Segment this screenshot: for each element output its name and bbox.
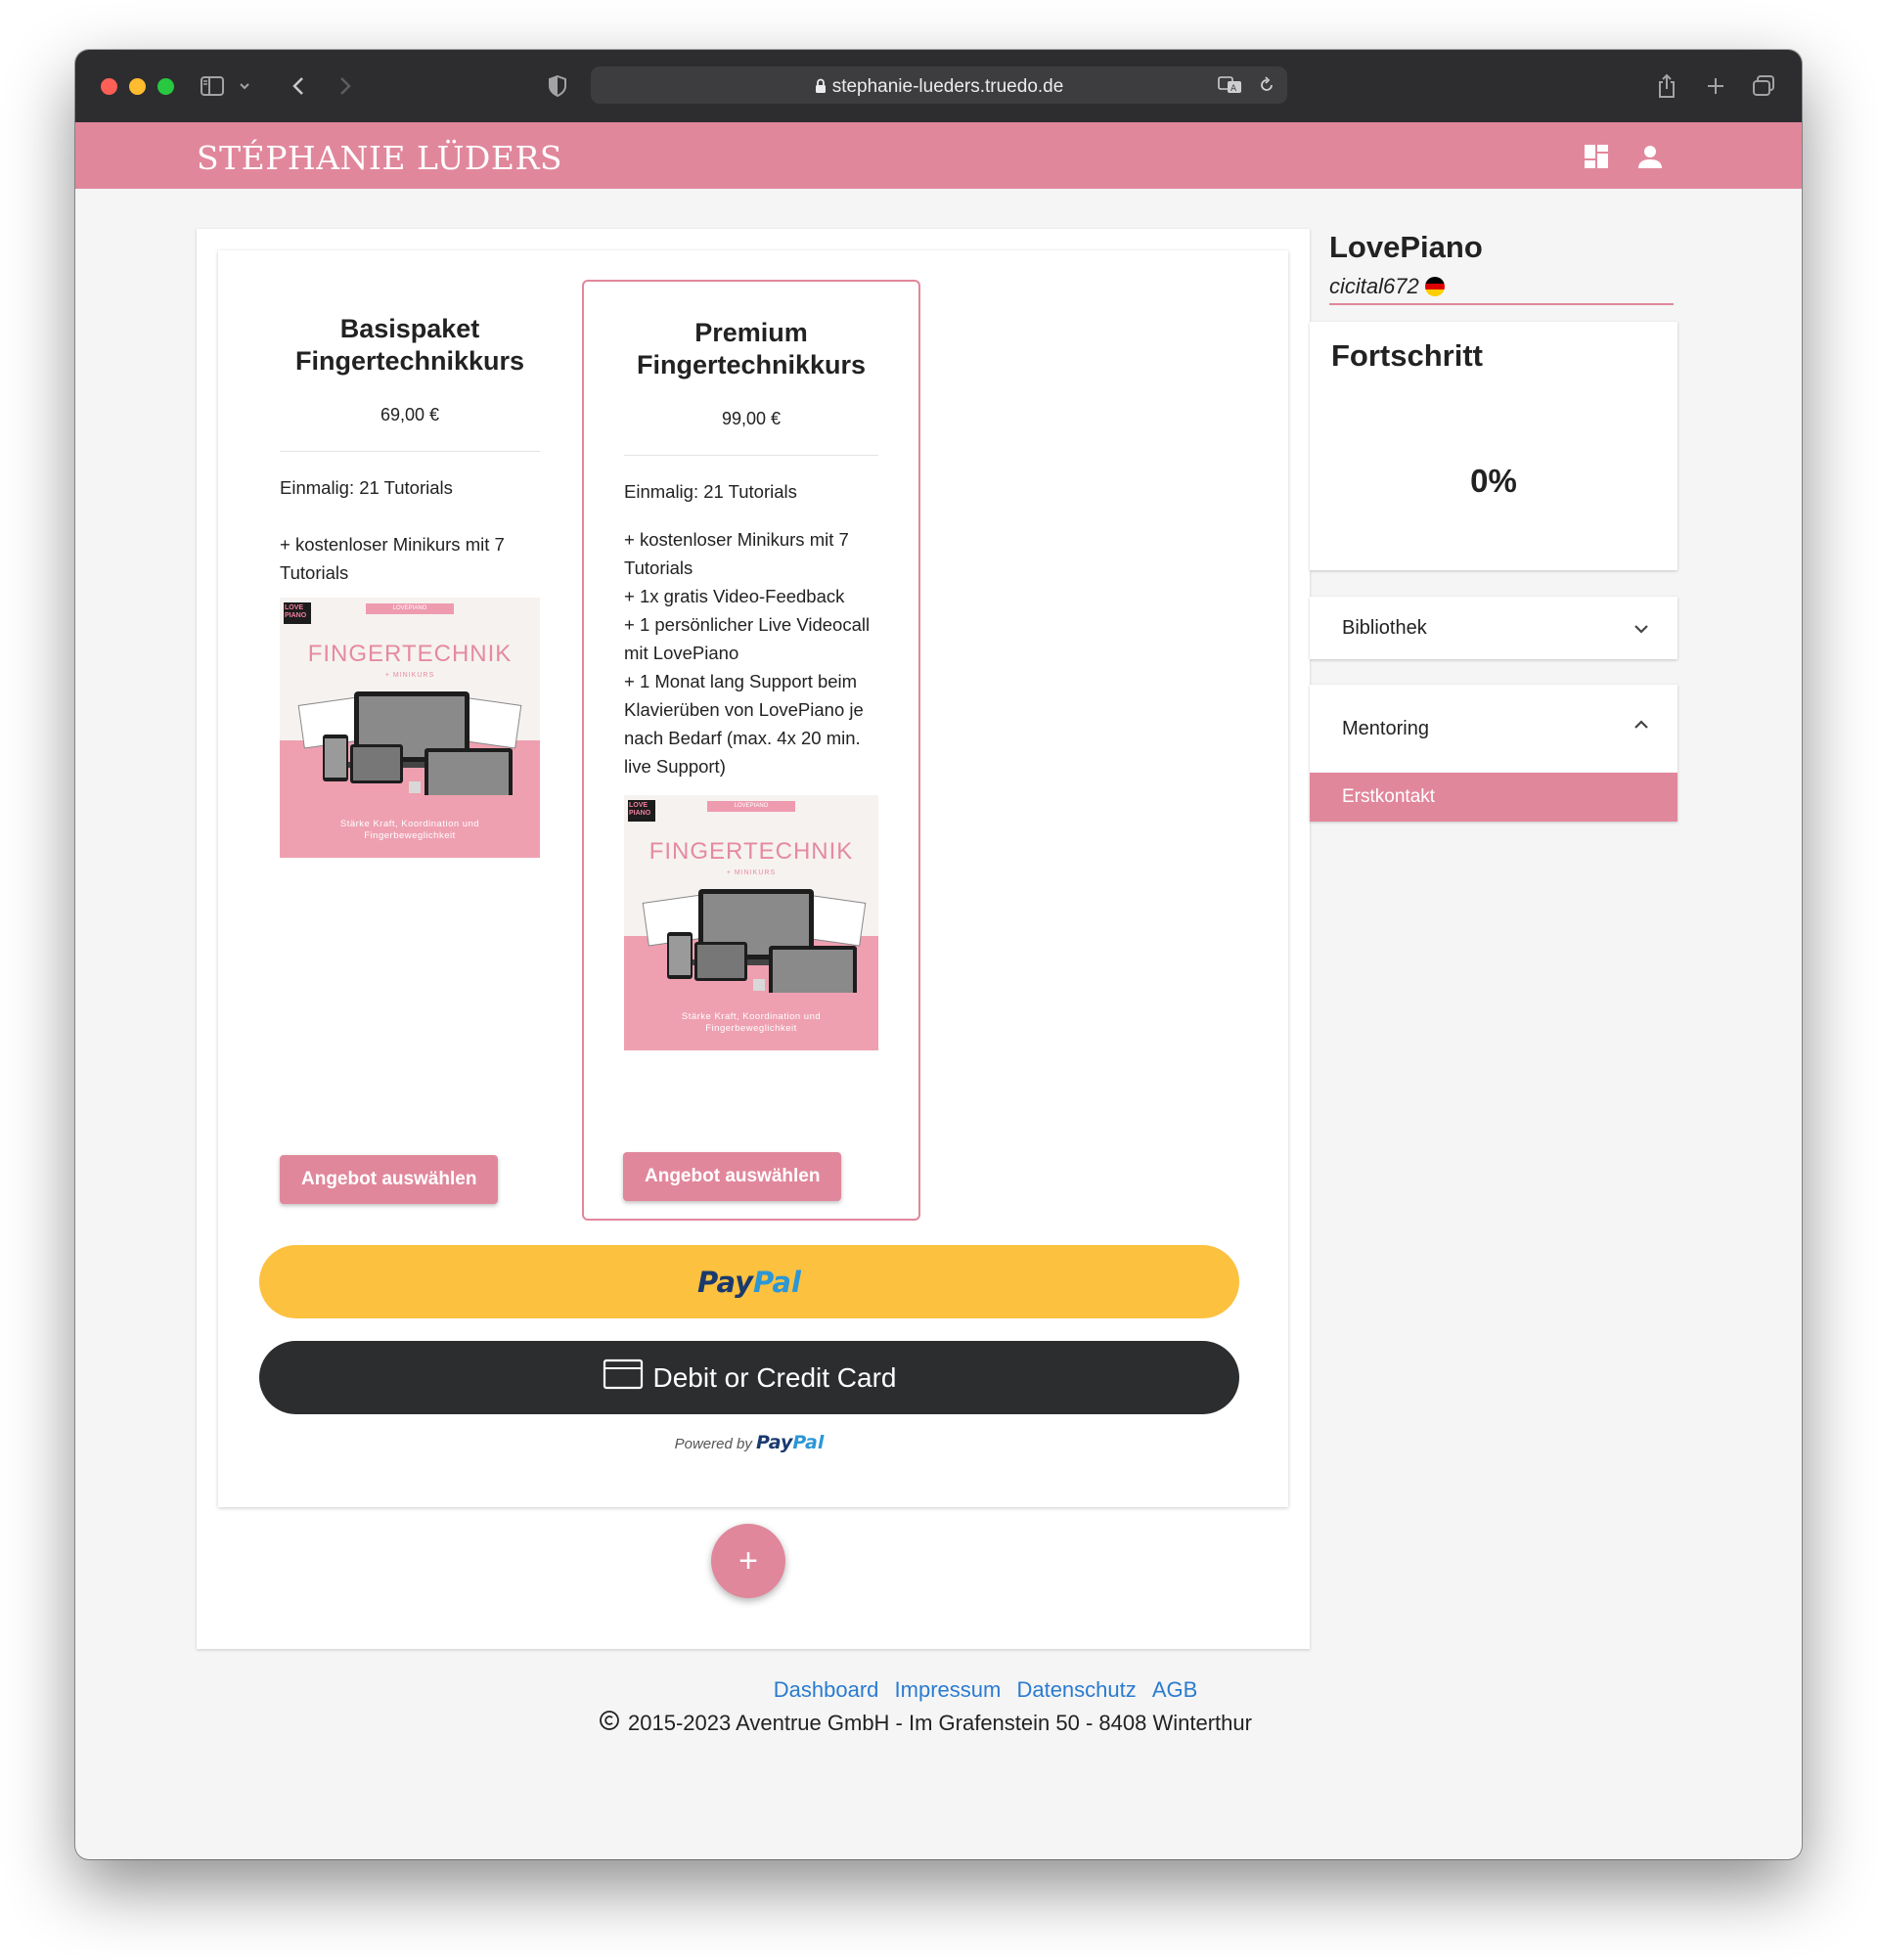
url-text: stephanie-lueders.truedo.de (831, 76, 1064, 97)
offer-premium: Premium Fingertechnikkurs 99,00 € Einmal… (582, 280, 920, 1221)
image-caption: Stärke Kraft, Koordination und Fingerbew… (681, 1011, 822, 1034)
browser-window: stephanie-lueders.truedo.de A STÉPHANIE … (75, 50, 1802, 1859)
offer-basic: Basispaket Fingertechnikkurs 69,00 € Ein… (280, 280, 540, 858)
devices-illustration (642, 889, 867, 993)
lovepiano-logo: LOVE PIANO (284, 602, 311, 624)
brand-title[interactable]: STÉPHANIE LÜDERS (197, 139, 562, 177)
feature-item: + 1 persönlicher Live Videocall mit Love… (624, 614, 871, 663)
offer-title: Premium Fingertechnikkurs (636, 318, 867, 379)
course-title: LovePiano (1329, 230, 1483, 264)
mentoring-item-erstkontakt[interactable]: Erstkontakt (1310, 773, 1677, 822)
site-header: STÉPHANIE LÜDERS (75, 122, 1802, 189)
offer-price: 69,00 € (380, 405, 440, 424)
chevron-down-icon[interactable] (1632, 620, 1650, 638)
select-offer-premium-button[interactable]: Angebot auswählen (623, 1152, 842, 1201)
product-image: LOVE PIANO LOVEPIANO FINGERTECHNIK + MIN… (280, 598, 540, 858)
footer-link-agb[interactable]: AGB (1152, 1677, 1197, 1702)
chevron-down-icon[interactable] (236, 67, 253, 105)
feature-item: + 1 Monat lang Support beim Klavierüben … (624, 671, 864, 777)
library-accordion[interactable]: Bibliothek (1310, 597, 1677, 659)
translate-icon[interactable]: A (1218, 75, 1243, 100)
mentoring-accordion[interactable]: Mentoring (1310, 685, 1677, 773)
mentoring-label: Mentoring (1342, 718, 1429, 739)
progress-value: 0% (1470, 463, 1517, 499)
devices-illustration (297, 691, 522, 795)
german-flag-icon (1424, 277, 1445, 296)
feature-item: + kostenloser Minikurs mit 7 Tutorials (624, 529, 849, 578)
tab-overview-icon[interactable] (1750, 67, 1777, 105)
footer-link-dashboard[interactable]: Dashboard (774, 1677, 879, 1702)
divider (624, 455, 878, 456)
browser-toolbar: stephanie-lueders.truedo.de A (75, 50, 1802, 122)
select-offer-basic-button[interactable]: Angebot auswählen (280, 1155, 499, 1204)
new-tab-icon[interactable] (1702, 67, 1729, 105)
account-icon[interactable] (1636, 143, 1664, 170)
feature-item: + 1x gratis Video-Feedback (624, 586, 845, 606)
sidebar-toggle-icon[interactable] (198, 67, 227, 105)
copyright: 2015-2023 Aventrue GmbH - Im Grafenstein… (599, 1710, 1252, 1737)
offer-line: + kostenloser Minikurs mit 7 Tutorials (280, 534, 505, 583)
username: cicital672 (1329, 274, 1419, 298)
debit-credit-card-button[interactable]: Debit or Credit Card (259, 1341, 1239, 1414)
svg-text:A: A (1230, 84, 1237, 94)
library-label: Bibliothek (1342, 617, 1427, 639)
footer-link-datenschutz[interactable]: Datenschutz (1016, 1677, 1136, 1702)
lock-icon (815, 78, 827, 100)
copyright-text: 2015-2023 Aventrue GmbH - Im Grafenstein… (628, 1711, 1252, 1735)
footer-link-impressum[interactable]: Impressum (895, 1677, 1002, 1702)
back-arrow-icon[interactable] (287, 67, 310, 105)
image-caption: Stärke Kraft, Koordination und Fingerbew… (339, 819, 480, 841)
progress-title: Fortschritt (1331, 338, 1483, 373)
powered-by-paypal: Powered by PayPal (674, 1432, 825, 1453)
forward-arrow-icon[interactable] (334, 67, 357, 105)
address-bar[interactable]: stephanie-lueders.truedo.de A (591, 67, 1287, 104)
credit-card-icon (603, 1359, 644, 1397)
lovepiano-logo: LOVE PIANO (628, 800, 655, 822)
maximize-window-button[interactable] (157, 78, 174, 95)
card-button-label: Debit or Credit Card (652, 1361, 897, 1393)
privacy-shield-icon[interactable] (546, 67, 569, 105)
user-info: cicital672 (1329, 274, 1445, 299)
close-window-button[interactable] (101, 78, 117, 95)
offer-price: 99,00 € (721, 409, 782, 428)
product-image: LOVE PIANO LOVEPIANO FINGERTECHNIK + MIN… (624, 795, 878, 1050)
divider (1329, 303, 1674, 305)
minimize-window-button[interactable] (129, 78, 146, 95)
dashboard-icon[interactable] (1583, 143, 1610, 170)
copyright-icon (599, 1710, 620, 1737)
divider (280, 451, 540, 452)
paypal-button[interactable]: PayPal (259, 1245, 1239, 1318)
share-icon[interactable] (1653, 67, 1680, 105)
progress-card: Fortschritt 0% (1310, 322, 1677, 570)
add-button[interactable]: + (711, 1524, 785, 1598)
reload-icon[interactable] (1258, 76, 1275, 99)
footer-links: Dashboard Impressum Datenschutz AGB (75, 1677, 1802, 1703)
offer-line: Einmalig: 21 Tutorials (280, 477, 453, 498)
paypal-logo: PayPal (756, 1432, 825, 1453)
paypal-logo: PayPal (697, 1265, 801, 1299)
offer-title: Basispaket Fingertechnikkurs (294, 314, 525, 376)
chevron-up-icon[interactable] (1632, 716, 1650, 734)
offer-line: Einmalig: 21 Tutorials (624, 481, 797, 502)
